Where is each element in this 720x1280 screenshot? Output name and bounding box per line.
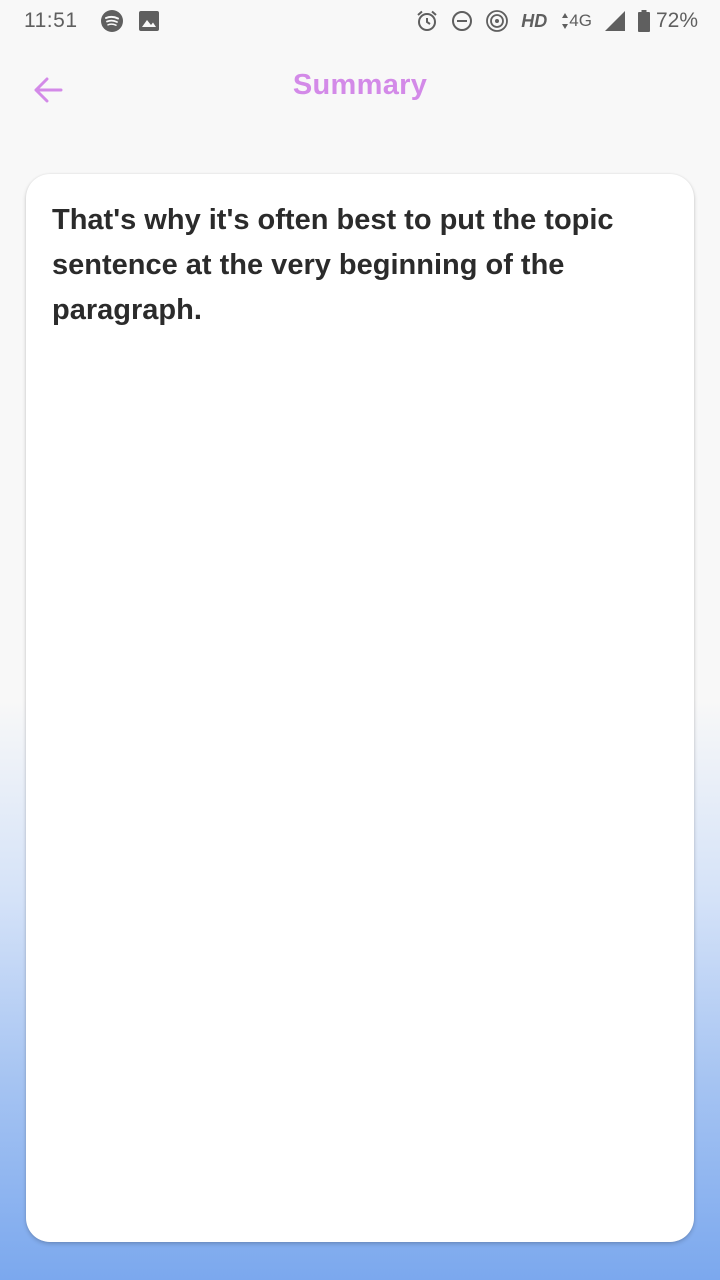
data-arrows-icon xyxy=(562,13,569,29)
status-network: 4G xyxy=(549,11,592,31)
status-left: 11:51 xyxy=(24,9,174,33)
spotify-icon xyxy=(100,10,123,32)
status-time: 11:51 xyxy=(24,9,78,32)
summary-card: That's why it's often best to put the to… xyxy=(26,174,694,1242)
signal-icon xyxy=(604,11,625,31)
status-right: HD 4G 72% xyxy=(403,9,698,33)
app-bar: Summary xyxy=(0,42,720,134)
status-bar: 11:51 HD 4G 72% xyxy=(0,0,720,42)
page-title: Summary xyxy=(292,69,428,101)
image-icon xyxy=(138,11,159,31)
do-not-disturb-icon xyxy=(452,11,473,31)
battery-icon xyxy=(637,10,650,32)
status-network-label: 4G xyxy=(569,11,592,30)
status-hd: HD xyxy=(521,10,548,31)
summary-text: That's why it's often best to put the to… xyxy=(52,204,614,326)
status-battery: 72% xyxy=(655,9,698,32)
alarm-icon xyxy=(417,10,437,31)
hotspot-icon xyxy=(486,10,509,32)
